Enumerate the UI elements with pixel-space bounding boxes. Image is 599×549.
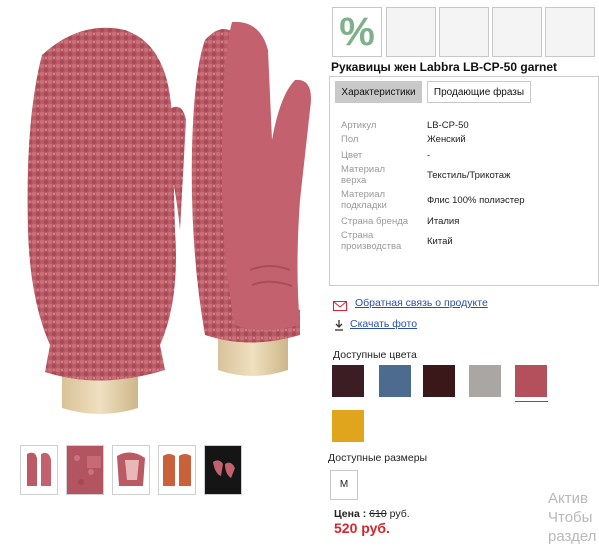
image-slot-1[interactable]: [386, 7, 436, 57]
thumbnail-4-image: [159, 446, 195, 494]
available-colors-label: Доступные цвета: [333, 349, 417, 361]
thumbnail-1[interactable]: [20, 445, 58, 495]
tab-characteristics[interactable]: Характеристики: [335, 81, 422, 103]
thumbnail-1-image: [21, 446, 57, 494]
color-swatch-3[interactable]: [423, 365, 455, 397]
color-swatch-2[interactable]: [379, 365, 411, 397]
thumbnail-2-image: [67, 446, 103, 494]
discount-badge: %: [332, 7, 382, 57]
color-swatch-6[interactable]: [332, 410, 364, 442]
watermark-line-2: Чтобы: [548, 509, 593, 526]
download-icon: [334, 318, 344, 336]
thumbnail-5[interactable]: [204, 445, 242, 495]
spec-value-lining-material: Флис 100% полиэстер: [427, 195, 525, 206]
thumbnail-2[interactable]: [66, 445, 104, 495]
spec-value-brand-country: Италия: [427, 216, 460, 227]
price-old-currency: руб.: [389, 508, 410, 520]
product-title: Рукавицы жен Labbra LB-CP-50 garnet: [331, 60, 558, 74]
spec-label-color: Цвет: [341, 150, 363, 161]
size-option-m[interactable]: M: [330, 470, 358, 500]
spec-label-production-country: Страна производства: [341, 230, 402, 252]
thumbnail-3[interactable]: [112, 445, 150, 495]
thumbnail-4[interactable]: [158, 445, 196, 495]
watermark-line-3: раздел: [548, 528, 597, 545]
spec-label-gender: Пол: [341, 134, 359, 145]
image-slot-2[interactable]: [439, 7, 489, 57]
price-old: 610: [369, 508, 387, 520]
main-product-photo[interactable]: [0, 0, 325, 432]
activation-watermark: Актив Чтобы раздел: [548, 489, 596, 546]
price-line: Цена : 610 руб.: [334, 508, 410, 520]
spec-value-gender: Женский: [427, 134, 466, 145]
spec-value-upper-material: Текстиль/Трикотаж: [427, 170, 511, 181]
thumbnail-3-image: [113, 446, 149, 494]
download-photo-link[interactable]: Скачать фото: [350, 318, 417, 330]
color-swatch-5[interactable]: [515, 365, 547, 397]
spec-value-color: -: [427, 150, 431, 161]
thumbnail-5-image: [205, 446, 241, 494]
feedback-link[interactable]: Обратная связь о продукте: [355, 297, 488, 309]
product-info-panel: Характеристики Продающие фразы Артикул L…: [329, 76, 599, 286]
spec-label-lining-material: Материал подкладки: [341, 189, 387, 211]
spec-label-upper-material: Материал верха: [341, 164, 386, 186]
selected-color-indicator: [515, 401, 548, 402]
price-label: Цена :: [334, 508, 367, 520]
mittens-image: [27, 21, 311, 414]
mail-icon: [333, 298, 347, 316]
spec-label-article: Артикул: [341, 120, 377, 131]
image-slot-3[interactable]: [492, 7, 542, 57]
discount-symbol: %: [339, 10, 375, 54]
available-sizes-label: Доступные размеры: [328, 452, 428, 464]
spec-label-brand-country: Страна бренда: [341, 216, 409, 227]
tab-selling-phrases[interactable]: Продающие фразы: [427, 81, 531, 103]
color-swatch-4[interactable]: [469, 365, 501, 397]
price-new: 520 руб.: [334, 520, 390, 536]
watermark-line-1: Актив: [548, 490, 588, 507]
color-swatch-1[interactable]: [332, 365, 364, 397]
spec-value-production-country: Китай: [427, 236, 453, 247]
image-slot-4[interactable]: [545, 7, 595, 57]
spec-value-article: LB-CP-50: [427, 120, 469, 131]
